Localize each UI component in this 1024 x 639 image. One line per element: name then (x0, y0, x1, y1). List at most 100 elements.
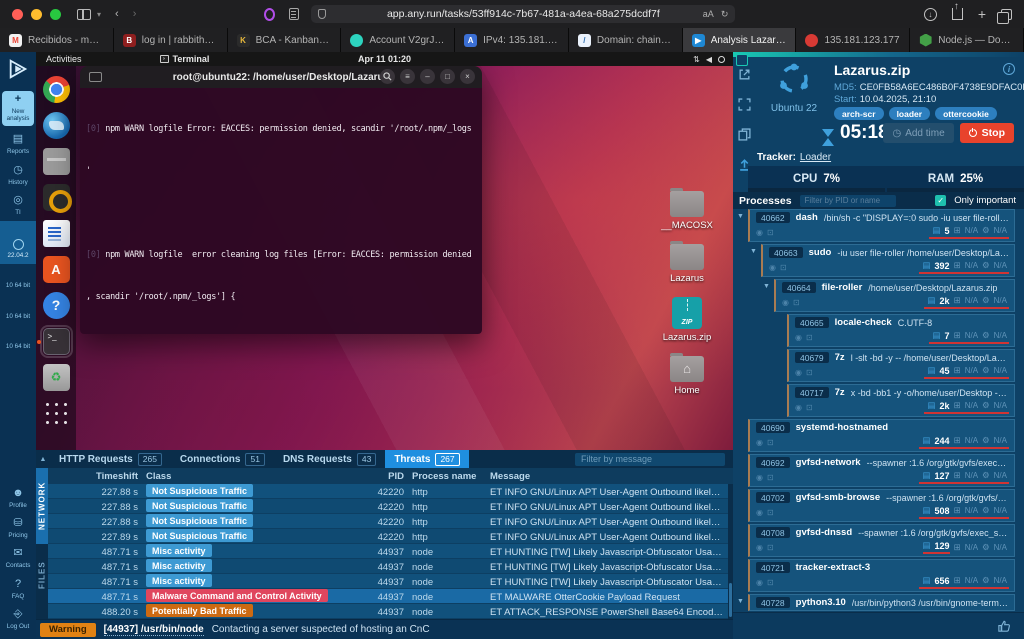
extension-icon[interactable] (264, 8, 275, 21)
sidebar-item[interactable]: ▤ Reports (0, 130, 36, 160)
process-row[interactable]: 40679 7z l -slt -bd -y -- /home/user/Des… (787, 349, 1015, 382)
threat-row[interactable]: 227.88 s Not Suspicious Traffic 42220 ht… (48, 499, 728, 514)
process-filter-input[interactable] (800, 195, 896, 207)
collapse-arrow-icon[interactable]: ▼ (750, 248, 757, 255)
network-tab[interactable]: Threats 267 (385, 450, 468, 468)
panel-expand-icon[interactable] (736, 54, 748, 66)
volume-icon[interactable]: ◀ (706, 55, 712, 64)
tag-badge[interactable]: arch-scr (834, 107, 884, 120)
terminal-window[interactable]: root@ubuntu22: /home/user/Desktop/Lazaru… (80, 66, 482, 334)
message-filter-input[interactable] (575, 453, 725, 466)
process-row[interactable]: 40702 gvfsd-smb-browse --spawner :1.6 /o… (748, 489, 1015, 522)
network-tab[interactable]: HTTP Requests 265 (50, 450, 171, 468)
vm-screen[interactable]: A ? >_ ♻ root@ubuntu22: /home/user/Deskt… (36, 52, 733, 450)
process-row[interactable]: 40717 7z x -bd -bb1 -y -o/home/user/Desk… (787, 384, 1015, 417)
zoom-window-button[interactable] (50, 9, 61, 20)
fit-screen-icon[interactable] (738, 98, 751, 111)
network-tab[interactable]: DNS Requests 43 (274, 450, 385, 468)
anyrun-logo-icon[interactable] (7, 58, 29, 85)
process-row[interactable]: 40665 locale-check C.UTF-8 ◉ ⊡ ▤7 ⊞N/A⚙N… (787, 314, 1015, 347)
terminal-minimize-button[interactable]: – (420, 69, 435, 84)
clock[interactable]: Apr 11 01:20 (36, 54, 733, 64)
column-timeshift[interactable]: Timeshift (54, 471, 138, 482)
terminal-output[interactable]: [0] npm WARN logfile Error: EACCES: perm… (80, 88, 482, 334)
sidebar-item[interactable]: 10 64 bit (0, 325, 36, 355)
browser-tab[interactable]: 135.181.123.177 (796, 28, 910, 52)
collapse-panel-icon[interactable]: ▲ (36, 456, 50, 463)
sidebar-item[interactable]: ☻ Profile (0, 484, 36, 514)
sidebar-item[interactable]: ◎ TI (0, 191, 36, 221)
process-row[interactable]: 40721 tracker-extract-3 ◉ ⊡ ▤656 ⊞N/A⚙N/… (748, 559, 1015, 592)
desktop-icon[interactable]: Lazarus (655, 244, 719, 284)
thumbs-up-icon[interactable] (997, 619, 1012, 639)
power-icon[interactable] (718, 56, 725, 63)
terminal-menu-icon[interactable]: ≡ (400, 69, 415, 84)
network-icon[interactable]: ⇅ (693, 55, 700, 64)
sidebar-item[interactable]: ? FAQ (0, 575, 36, 605)
new-tab-button[interactable]: + (978, 6, 986, 22)
process-row[interactable]: 40663 sudo -iu user file-roller /home/us… (761, 244, 1015, 277)
sample-name[interactable]: Lazarus.zip (834, 62, 910, 78)
reader-view-icon[interactable] (289, 8, 299, 20)
threat-row[interactable]: 227.89 s Not Suspicious Traffic 42220 ht… (48, 529, 728, 544)
sidebar-item[interactable]: 10 64 bit (0, 264, 36, 294)
browser-tab[interactable]: M Recibidos - mauroel... (0, 28, 114, 52)
only-important-checkbox[interactable]: ✓ (935, 195, 946, 206)
share-icon[interactable] (952, 8, 963, 20)
threat-row[interactable]: 487.71 s Misc activity 44937 node ET HUN… (48, 574, 728, 589)
tracker-link[interactable]: Loader (800, 152, 831, 163)
sidebar-item[interactable]: ⛁ Pricing (0, 514, 36, 544)
side-tab[interactable]: FILES (36, 544, 48, 606)
process-row[interactable]: 40708 gvfsd-dnssd --spawner :1.6 /org/gt… (748, 524, 1015, 557)
tab-overview-icon[interactable] (1001, 9, 1012, 20)
sidebar-item[interactable]: 10 64 bit (0, 295, 36, 325)
sidebar-item[interactable]: ✉ Contacts (0, 544, 36, 574)
collapse-arrow-icon[interactable]: ▼ (737, 213, 744, 220)
dock-icon[interactable] (43, 184, 70, 211)
chevron-down-icon[interactable]: ▾ (97, 10, 101, 19)
dock-icon[interactable]: ? (43, 292, 70, 319)
dock-icon[interactable]: A (43, 256, 70, 283)
sidebar-item[interactable]: ◷ History (0, 161, 36, 191)
terminal-titlebar[interactable]: root@ubuntu22: /home/user/Desktop/Lazaru… (80, 66, 482, 88)
terminal-maximize-button[interactable]: □ (440, 69, 455, 84)
ubuntu-desktop[interactable]: A ? >_ ♻ root@ubuntu22: /home/user/Deskt… (36, 66, 733, 450)
threat-row[interactable]: 488.20 s Potentially Bad Traffic 44937 n… (48, 604, 728, 619)
process-row[interactable]: 40692 gvfsd-network --spawner :1.6 /org/… (748, 454, 1015, 487)
browser-tab[interactable]: K BCA - KanbanFlow (228, 28, 342, 52)
sidebar-item[interactable]: + New analysis (2, 91, 34, 126)
info-icon[interactable]: i (1003, 63, 1015, 75)
minimize-window-button[interactable] (31, 9, 42, 20)
open-new-window-icon[interactable] (738, 68, 751, 81)
browser-tab[interactable]: Node.js — Downloa... (910, 28, 1024, 52)
stop-button[interactable]: Stop (960, 123, 1014, 143)
threat-row[interactable]: 487.71 s Misc activity 44937 node ET HUN… (48, 559, 728, 574)
browser-tab[interactable]: Account V2grJiwjs2... (341, 28, 455, 52)
url-bar[interactable]: app.any.run/tasks/53ff914c-7b67-481a-a4e… (311, 5, 735, 23)
dock-icon[interactable] (43, 148, 70, 175)
forward-button[interactable]: › (133, 8, 137, 20)
column-class[interactable]: Class (146, 471, 350, 482)
add-time-button[interactable]: ◷Add time (883, 123, 953, 143)
dock-icon[interactable] (43, 400, 70, 427)
sidebar-item[interactable]: 22.04.2 (0, 221, 36, 264)
threat-row[interactable]: 227.88 s Not Suspicious Traffic 42220 ht… (48, 484, 728, 499)
desktop-icon[interactable]: __MACOSX (655, 191, 719, 231)
desktop-icon[interactable]: Lazarus.zip (655, 297, 719, 343)
tag-badge[interactable]: ottercookie (935, 107, 997, 120)
collapse-arrow-icon[interactable]: ▼ (763, 283, 770, 290)
window-controls[interactable] (12, 9, 61, 20)
dock-icon[interactable] (43, 76, 70, 103)
desktop-icon[interactable]: Home (655, 356, 719, 396)
close-window-button[interactable] (12, 9, 23, 20)
column-pid[interactable]: PID (358, 471, 404, 482)
sidebar-item[interactable]: ⎆ Log Out (0, 605, 36, 635)
side-tab[interactable]: NETWORK (36, 468, 48, 544)
downloads-icon[interactable]: ↓ (924, 8, 937, 21)
dock-icon[interactable] (43, 112, 70, 139)
sidebar-toggle-icon[interactable] (77, 9, 91, 20)
process-row[interactable]: 40728 python3.10 /usr/bin/python3 /usr/b… (748, 594, 1015, 611)
collapse-arrow-icon[interactable]: ▼ (737, 598, 744, 605)
dock-icon[interactable]: >_ (43, 328, 70, 355)
terminal-search-icon[interactable] (380, 69, 395, 84)
